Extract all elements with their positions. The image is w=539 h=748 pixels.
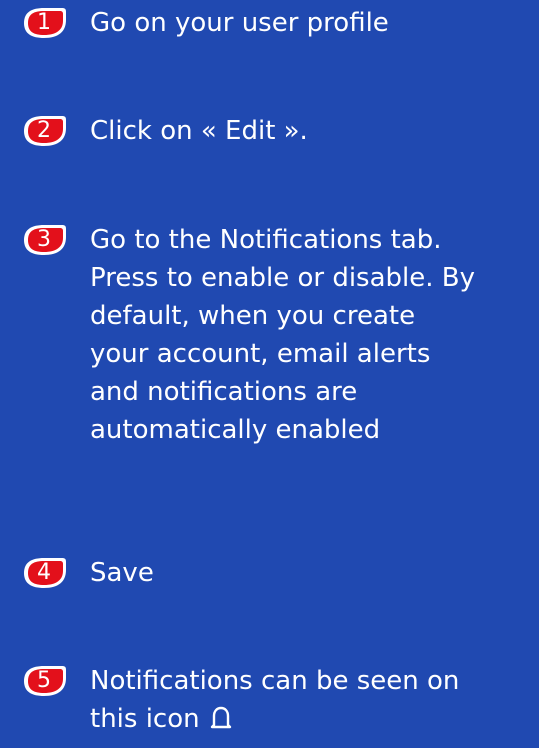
step-1: 1 Go on your user profile — [18, 4, 529, 42]
bell-icon — [208, 704, 234, 742]
step-text-container: Notifications can be seen on this icon — [90, 662, 459, 742]
step-text: Save — [90, 558, 154, 588]
step-number-badge: 5 — [18, 664, 68, 698]
step-3: 3 Go to the Notifications tab. Press to … — [18, 221, 529, 449]
step-number: 5 — [37, 668, 51, 693]
step-text: Click on « Edit ». — [90, 116, 308, 146]
step-number: 4 — [37, 560, 51, 585]
step-number: 2 — [37, 118, 51, 143]
step-text: Go on your user profile — [90, 8, 389, 38]
step-number-badge: 4 — [18, 556, 68, 590]
step-number: 1 — [37, 10, 51, 35]
step-number-badge: 3 — [18, 223, 68, 257]
step-4: 4 Save — [18, 554, 529, 592]
step-number-badge: 1 — [18, 6, 68, 40]
step-text: Notifications can be seen on this icon — [90, 666, 460, 734]
step-number: 3 — [37, 227, 51, 252]
step-text: Go to the Notifications tab. Press to en… — [90, 225, 475, 445]
step-5: 5 Notifications can be seen on this icon — [18, 662, 529, 742]
step-number-badge: 2 — [18, 114, 68, 148]
step-2: 2 Click on « Edit ». — [18, 112, 529, 150]
